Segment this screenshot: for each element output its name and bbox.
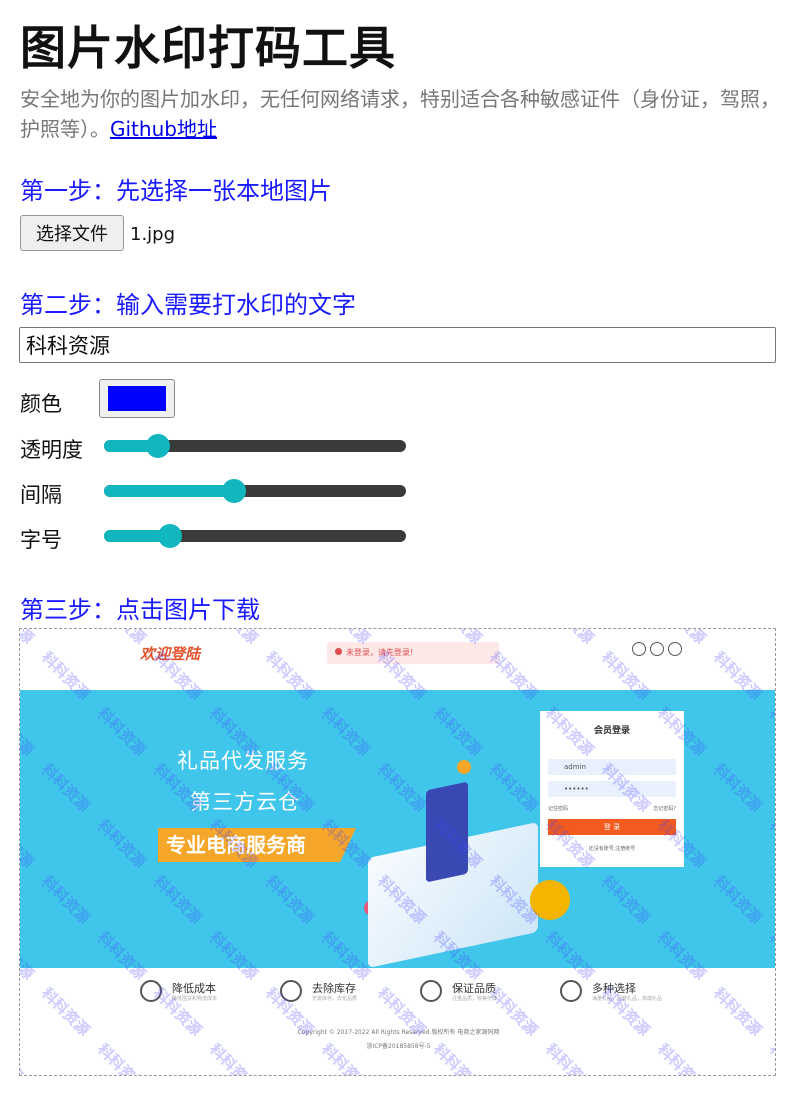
login-password: •••••• (548, 781, 676, 797)
banner-line1: 礼品代发服务 (177, 749, 309, 773)
preview-icp: 浙ICP备20185858号-5 (366, 1043, 431, 1050)
login-title: 会员登录 (593, 726, 630, 736)
shield-icon (420, 980, 442, 1002)
preview-copyright: Copyright © 2017-2022 All Rights Reserve… (297, 1029, 500, 1036)
banner-line2: 第三方云仓 (190, 790, 300, 814)
preview-features: 降低成本 降低囤货和物流成本 去除库存 无需库存，去化品质 保证品质 注重品质，物美价… (20, 968, 775, 1018)
command-icon (560, 980, 582, 1002)
fontsize-slider-handle[interactable] (158, 524, 182, 548)
fontsize-label: 字号 (20, 528, 62, 552)
preview-alert-text: 未登录，请先登录! (346, 648, 414, 657)
banner-tag: 专业电商服务商 (158, 828, 356, 862)
user-icon (632, 642, 646, 656)
preview-alert: 未登录，请先登录! (327, 642, 499, 664)
preview-header: 欢迎登陆 未登录，请先登录! (20, 629, 775, 690)
feature-desc: 海量礼品，配套礼品，高端礼品 (592, 996, 663, 1002)
delivery-illustration (530, 880, 570, 920)
spacing-slider-handle[interactable] (222, 479, 246, 503)
preview-header-icons (632, 641, 686, 660)
register-link: 还没有账号,注册账号 (588, 846, 636, 852)
page-title: 图片水印打码工具 (20, 21, 396, 75)
preview-banner: 礼品代发服务 第三方云仓 专业电商服务商 会员登录 admin •••••• 记… (20, 690, 775, 969)
feature-desc: 降低囤货和物流成本 (172, 996, 218, 1002)
cart-icon (668, 642, 682, 656)
spacing-label: 间隔 (20, 483, 62, 507)
step1-heading: 第一步：先选择一张本地图片 (20, 177, 332, 205)
remember-password: 记住密码 (548, 806, 569, 812)
phone-illustration (426, 781, 468, 883)
color-swatch (108, 386, 166, 411)
preview-logo: 欢迎登陆 (140, 645, 201, 663)
forgot-password: 忘记密码? (653, 806, 676, 812)
github-link[interactable]: Github地址 (110, 117, 217, 141)
color-picker[interactable] (99, 379, 175, 418)
alert-icon (335, 648, 342, 655)
login-button: 登 录 (548, 819, 676, 835)
house-icon (280, 980, 302, 1002)
feature-title: 保证品质 (452, 982, 496, 995)
fontsize-slider[interactable] (104, 524, 406, 548)
diamond-icon (140, 980, 162, 1002)
watermarked-preview-image[interactable]: 欢迎登陆 未登录，请先登录! 礼品代发服务 第三方云仓 专业电商服务商 会员登录… (19, 628, 776, 1076)
choose-file-button[interactable]: 选择文件 (20, 215, 124, 251)
spacing-slider-fill (104, 485, 234, 497)
opacity-slider[interactable] (104, 434, 406, 458)
selected-file-name: 1.jpg (130, 224, 176, 245)
page-subtitle: 安全地为你的图片加水印，无任何网络请求，特别适合各种敏感证件（身份证，驾照，护照… (20, 84, 780, 144)
feature-title: 去除库存 (312, 982, 356, 995)
opacity-slider-handle[interactable] (146, 434, 170, 458)
feature-title: 多种选择 (592, 982, 636, 995)
spacing-slider[interactable] (104, 479, 406, 503)
login-username: admin (548, 759, 676, 775)
feature-desc: 无需库存，去化品质 (312, 996, 358, 1002)
feature-title: 降低成本 (172, 982, 216, 995)
watermark-text-input[interactable] (19, 327, 776, 363)
headset-icon (650, 642, 664, 656)
step2-heading: 第二步：输入需要打水印的文字 (20, 291, 356, 319)
color-label: 颜色 (20, 392, 62, 416)
login-card: 会员登录 admin •••••• 记住密码 忘记密码? 登 录 还没有账号,注… (540, 711, 684, 867)
opacity-label: 透明度 (20, 438, 83, 462)
banner-ball (457, 760, 471, 774)
step3-heading: 第三步：点击图片下载 (20, 596, 260, 624)
feature-desc: 注重品质，物美价廉 (452, 996, 498, 1002)
